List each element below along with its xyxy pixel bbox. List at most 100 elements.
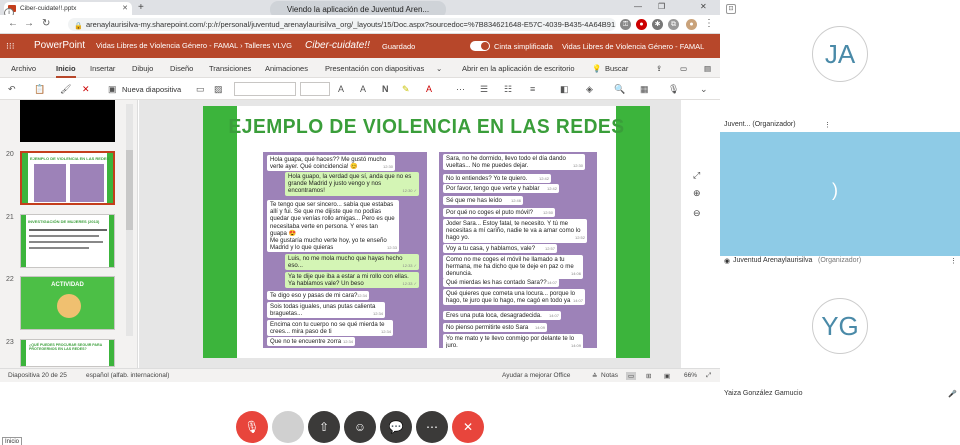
comments-icon[interactable]: ▭ [680,64,687,73]
zoom-out-icon[interactable]: ⊖ [693,208,701,219]
fill-icon[interactable]: ◈ [586,83,593,95]
thumbnail-slide-22[interactable]: ACTIVIDAD [20,276,115,330]
new-slide-button[interactable]: Nueva diapositiva [122,85,181,94]
breadcrumb-right[interactable]: Vidas Libres de Violencia Género - FAMAL [562,42,704,51]
thumbnail-slide-21[interactable]: INVESTIGACIÓN DE MUJERES (2013) [20,214,115,268]
participant-tile-1[interactable]: ⊡ JA Juvent... (Organizador) ⋮ [720,0,960,132]
tab-transiciones[interactable]: Transiciones [209,64,251,73]
numbering-icon[interactable]: ☷ [504,83,512,95]
app-name[interactable]: PowerPoint [34,40,85,51]
message-text: Te tengo que ser sincero... sabía que es… [270,201,395,252]
open-desktop-button[interactable]: Abrir en la aplicación de escritorio [462,64,575,73]
notes-button[interactable]: Notas [601,372,618,379]
back-icon[interactable]: ← [8,18,18,30]
highlight-icon[interactable]: ✎ [402,83,410,95]
tab-inicio[interactable]: Inicio [56,64,76,78]
paste-icon[interactable]: 📋 [34,83,45,95]
participant-more-icon[interactable]: ⋮ [824,121,831,129]
current-slide[interactable]: EJEMPLO DE VIOLENCIA EN LAS REDES Hola g… [203,106,650,358]
document-title[interactable]: Ciber-cuidate!! [305,40,370,51]
align-icon[interactable]: ≡ [530,83,535,95]
shrink-font-icon[interactable]: A [360,83,366,95]
key-icon[interactable]: ⚿ [620,19,631,30]
message-time: 12:33 ✓ [402,263,417,269]
bullets-icon[interactable]: ☰ [480,83,488,95]
maximize-icon[interactable]: ❐ [658,2,665,11]
normal-view-icon[interactable]: ▭ [626,372,637,380]
simplified-ribbon-toggle[interactable] [470,41,490,51]
message-time: 14:07 [546,280,557,285]
fit-window-icon[interactable]: ⤢ [706,372,711,380]
share-icon[interactable]: ⇪ [656,64,662,73]
search-tell-me[interactable]: Buscar [605,64,628,73]
font-family-select[interactable] [234,82,296,96]
tab-animaciones[interactable]: Animaciones [265,64,308,73]
present-icon[interactable]: ▤ [704,64,711,73]
language[interactable]: español (alfab. internacional) [86,372,169,379]
reading-view-icon[interactable]: ▣ [664,372,670,380]
new-tab-icon[interactable]: + [138,1,144,14]
delete-icon[interactable]: ✕ [82,83,90,95]
url-input[interactable]: 🔒 arenaylaurisilva-my.sharepoint.com/:p:… [68,18,616,31]
minimize-icon[interactable]: — [634,2,642,11]
zoom-in-icon[interactable]: ⊕ [693,188,701,199]
app-launcher-icon[interactable]: ⁝⁝⁝ [6,41,16,51]
format-painter-icon[interactable]: 🖌 [60,83,71,95]
menu-chevron-icon[interactable]: ⌄ [436,64,442,73]
bold-icon[interactable]: N [382,83,389,95]
message-time: 14:07 [548,313,559,318]
pin-icon[interactable]: ⊡ [726,4,736,14]
profile-avatar[interactable]: ● [686,19,697,30]
dictate-icon[interactable]: 🎙 [668,83,679,95]
find-icon[interactable]: 🔍 [614,83,625,95]
notes-icon[interactable]: ≙ [592,372,597,380]
thumbnail-slide-23[interactable]: ¿QUÉ PUEDES PROCURAR SEGUIR PARA PROTEGE… [20,339,115,367]
tab-diseno[interactable]: Diseño [170,64,193,73]
hang-up-icon[interactable]: ✕ [452,411,484,443]
tab-dibujo[interactable]: Dibujo [132,64,153,73]
more-icon[interactable]: ⋯ [456,83,465,95]
message-time: 12:30 ✓ [402,188,417,194]
chat-icon[interactable]: 💬 [380,411,412,443]
tab-archivo[interactable]: Archivo [11,64,36,73]
puzzle-icon[interactable]: ⧉ [668,19,679,30]
font-color-icon[interactable]: A [426,83,432,95]
thumbnail-prev[interactable] [20,100,115,142]
camera-off-icon[interactable] [272,411,304,443]
participant-more-icon[interactable]: ⋮ [950,257,957,265]
image-icon[interactable]: ▨ [214,83,223,95]
forward-icon[interactable]: → [24,18,34,30]
message-text: Joder Sara... Estoy fatal, te necesito. … [446,220,581,242]
breadcrumb[interactable]: Vidas Libres de Violencia Género - FAMAL… [96,41,292,50]
browser-tab[interactable]: Ciber-cuidate!!.pptx ✕ [4,2,132,15]
adblock-icon[interactable]: ● [636,19,647,30]
reload-icon[interactable]: ↻ [42,18,50,30]
ribbon-more-icon[interactable]: ⌄ [700,83,708,95]
fit-slide-icon[interactable]: ⤢ [693,170,700,181]
grow-font-icon[interactable]: A [338,83,344,95]
close-window-icon[interactable]: ✕ [700,2,707,11]
layout-icon[interactable]: ▭ [196,83,205,95]
undo-icon[interactable]: ↶ [8,83,16,95]
zoom-level[interactable]: 66% [684,372,697,379]
chat-message: Yo me mato y te llevo conmigo por delant… [443,334,583,348]
share-screen-icon[interactable]: ⇧ [308,411,340,443]
more-options-icon[interactable]: ⋯ [416,411,448,443]
participants-icon[interactable]: ☺ [344,411,376,443]
extension-icon[interactable]: ✱ [652,19,663,30]
participant-tile-2-sharing[interactable]: ) ◉ Juventud Arenaylaurisilva (Organizad… [720,132,960,266]
browser-menu-icon[interactable]: ⋮ [704,18,714,30]
thumbnail-scroll-thumb[interactable] [126,150,133,230]
thumbnail-slide-20[interactable]: EJEMPLO DE VIOLENCIA EN LAS REDES [20,151,115,205]
participant-tile-3[interactable]: YG Yaiza González Gamucio 🎤 [720,266,960,402]
shapes-icon[interactable]: ◧ [560,83,569,95]
new-slide-icon[interactable]: ▣ [108,83,117,95]
close-tab-icon[interactable]: ✕ [122,2,128,15]
help-improve-office[interactable]: Ayudar a mejorar Office [502,372,570,379]
tab-presentacion[interactable]: Presentación con diapositivas [325,64,424,73]
font-size-select[interactable] [300,82,330,96]
sorter-view-icon[interactable]: ⊞ [646,372,651,380]
mute-mic-icon[interactable]: 🎙 [236,411,268,443]
tab-insertar[interactable]: Insertar [90,64,115,73]
ideas-icon[interactable]: ▦ [640,83,649,95]
